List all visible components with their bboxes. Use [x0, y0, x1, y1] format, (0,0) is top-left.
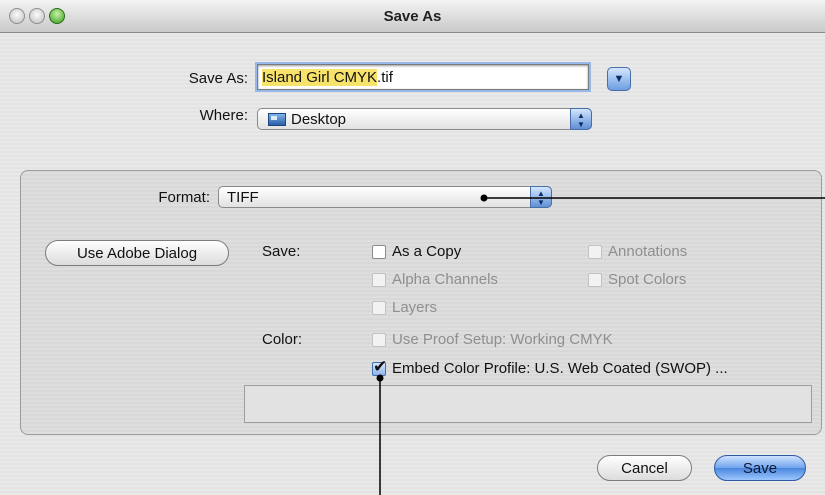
- format-callout-dot: [480, 194, 488, 202]
- callout-lines: [376, 194, 825, 495]
- save-as-dialog: Save As Save As: Island Girl CMYK.tif ▼ …: [0, 0, 825, 495]
- embed-profile-callout-dot: [376, 374, 384, 382]
